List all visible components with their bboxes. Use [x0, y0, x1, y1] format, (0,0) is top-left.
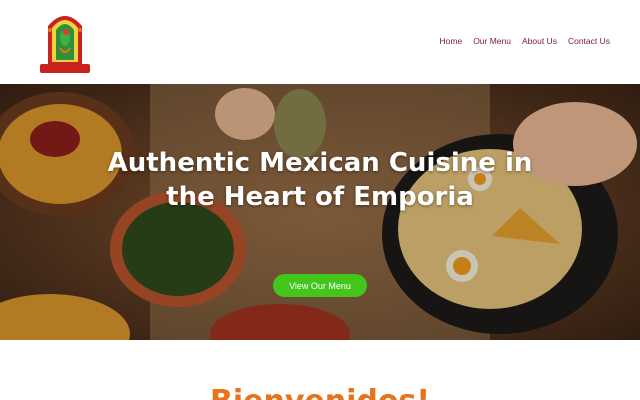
- view-menu-button[interactable]: View Our Menu: [273, 274, 367, 297]
- section-heading: Bienvenidos!: [0, 384, 640, 400]
- nav-contact-us[interactable]: Contact Us: [568, 36, 610, 46]
- welcome-section: Bienvenidos!: [0, 340, 640, 400]
- site-header: Home Our Menu About Us Contact Us: [0, 0, 640, 84]
- main-nav: Home Our Menu About Us Contact Us: [440, 36, 611, 46]
- hero-title: Authentic Mexican Cuisine in the Heart o…: [107, 148, 533, 212]
- brand-logo[interactable]: [38, 8, 92, 76]
- parrot-logo-icon: [40, 16, 90, 73]
- nav-about-us[interactable]: About Us: [522, 36, 557, 46]
- hero-banner: Authentic Mexican Cuisine in the Heart o…: [0, 84, 640, 340]
- nav-our-menu[interactable]: Our Menu: [473, 36, 511, 46]
- nav-home[interactable]: Home: [440, 36, 463, 46]
